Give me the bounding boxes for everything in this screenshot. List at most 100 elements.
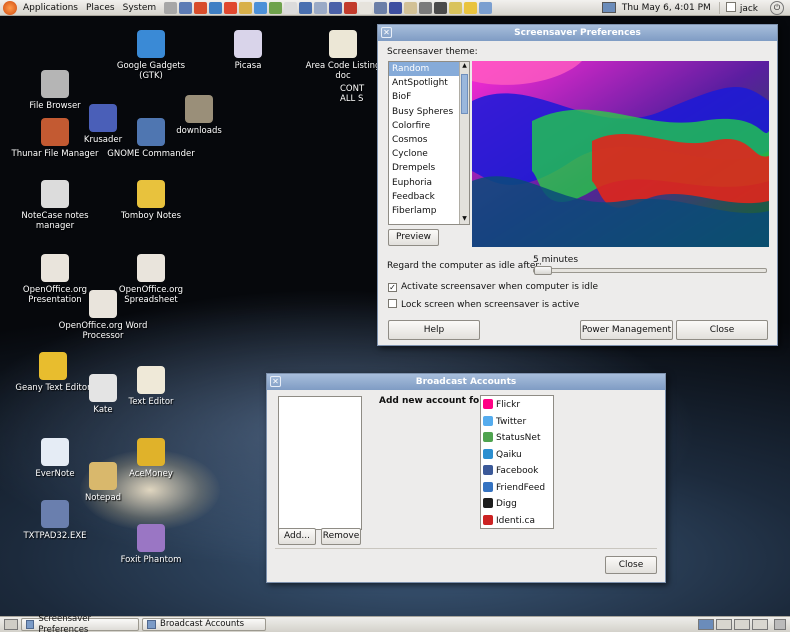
launcher-icon[interactable] (299, 1, 313, 14)
activate-option[interactable]: ✓ Activate screensaver when computer is i… (388, 282, 598, 292)
close-icon[interactable]: ✕ (270, 376, 281, 387)
add-account-button[interactable]: Add... (278, 528, 316, 545)
service-item-friendfeed[interactable]: FriendFeed (481, 480, 553, 497)
trash-icon[interactable] (774, 619, 786, 630)
remove-account-button[interactable]: Remove (321, 528, 361, 545)
launcher-icon[interactable] (164, 1, 178, 14)
window-titlebar[interactable]: ✕ Screensaver Preferences (378, 25, 777, 41)
power-management-button[interactable]: Power Management (580, 320, 673, 340)
launcher-icon[interactable] (269, 1, 283, 14)
theme-item[interactable]: AntSpotlight (389, 76, 469, 90)
theme-item[interactable]: BioF (389, 90, 469, 104)
launcher-icon[interactable] (449, 1, 463, 14)
launcher-icon[interactable] (254, 1, 268, 14)
theme-item[interactable]: Random (389, 62, 469, 77)
desktop-icon-oo-writer[interactable]: OpenOffice.org Word Processor (58, 290, 148, 341)
identica-icon (483, 514, 493, 525)
monitor-icon[interactable] (601, 2, 616, 13)
idle-slider[interactable] (533, 266, 767, 275)
idle-slider-handle[interactable] (534, 266, 552, 275)
accounts-list[interactable] (278, 396, 362, 530)
launcher-icon[interactable] (389, 1, 403, 14)
launcher-icon[interactable] (434, 1, 448, 14)
desktop-icon-area-code-doc[interactable]: Area Code Listing doc (298, 30, 388, 81)
presentation-icon (41, 254, 69, 282)
desktop-icon-cont[interactable]: CONT ALL S (340, 84, 380, 104)
user-switcher[interactable]: jack (718, 1, 764, 14)
service-item-flickr[interactable]: Flickr (481, 397, 553, 414)
service-item-digg[interactable]: Digg (481, 496, 553, 513)
launcher-icon[interactable] (314, 1, 328, 14)
scroll-down-icon[interactable]: ▼ (460, 215, 469, 224)
taskbar-item-broadcast[interactable]: Broadcast Accounts (142, 618, 266, 631)
workspace-1[interactable] (698, 619, 714, 630)
theme-item[interactable]: Cyclone (389, 147, 469, 161)
desktop-icon-foxit[interactable]: Foxit Phantom (106, 524, 196, 565)
facebook-icon (483, 465, 493, 475)
taskbar-item-screensaver[interactable]: Screensaver Preferences (21, 614, 139, 632)
close-button[interactable]: Close (605, 556, 657, 574)
desktop-icon-google-gadgets[interactable]: Google Gadgets (GTK) (106, 30, 196, 81)
theme-item[interactable]: Busy Spheres (389, 105, 469, 119)
desktop-icon-text-editor[interactable]: Text Editor (106, 366, 196, 407)
theme-item[interactable]: Feedback (389, 190, 469, 204)
service-item-twitter[interactable]: Twitter (481, 414, 553, 431)
theme-item[interactable]: Colorfire (389, 119, 469, 133)
service-item-statusnet[interactable]: StatusNet (481, 430, 553, 447)
workspace-4[interactable] (752, 619, 768, 630)
applications-menu[interactable]: Applications (19, 0, 82, 16)
places-menu[interactable]: Places (82, 0, 119, 16)
help-button[interactable]: Help (388, 320, 480, 340)
launcher-icon[interactable] (419, 1, 433, 14)
screensaver-preferences-window: ✕ Screensaver Preferences Screensaver the… (377, 24, 778, 346)
service-item-identica[interactable]: Identi.ca (481, 513, 553, 529)
lock-option[interactable]: Lock screen when screensaver is active (388, 299, 579, 310)
launcher-icon[interactable] (179, 1, 193, 14)
close-button[interactable]: Close (676, 320, 768, 340)
desktop-icon-tomboy[interactable]: Tomboy Notes (106, 180, 196, 221)
service-item-qaiku[interactable]: Qaiku (481, 447, 553, 464)
statusnet-icon (483, 432, 493, 442)
launcher-icon[interactable] (209, 1, 223, 14)
gnome-foot-icon[interactable] (3, 0, 17, 15)
launcher-icon[interactable] (239, 1, 253, 14)
desktop-icon-gnome-commander[interactable]: GNOME Commander (106, 118, 196, 159)
activate-checkbox[interactable]: ✓ (388, 283, 397, 292)
theme-list-scrollbar[interactable]: ▲ ▼ (459, 62, 469, 224)
clock[interactable]: Thu May 6, 4:01 PM (618, 3, 719, 13)
theme-item[interactable]: Drempels (389, 161, 469, 175)
preview-button[interactable]: Preview (388, 229, 439, 246)
theme-item[interactable]: Euphoria (389, 176, 469, 190)
desktop-icon-label: Foxit Phantom (120, 555, 182, 565)
window-titlebar[interactable]: ✕ Broadcast Accounts (267, 374, 665, 390)
launcher-icon[interactable] (404, 1, 418, 14)
close-icon[interactable]: ✕ (381, 27, 392, 38)
workspace-3[interactable] (734, 619, 750, 630)
launcher-icon[interactable] (224, 1, 238, 14)
launcher-icon[interactable] (359, 1, 373, 14)
launcher-icon[interactable] (464, 1, 478, 14)
desktop-icon-acemoney[interactable]: AceMoney (106, 438, 196, 479)
theme-item[interactable]: Cosmos (389, 133, 469, 147)
launcher-icon[interactable] (374, 1, 388, 14)
show-desktop-icon[interactable] (4, 619, 18, 630)
theme-item[interactable]: Fiberlamp (389, 204, 469, 218)
workspace-2[interactable] (716, 619, 732, 630)
launcher-icon[interactable] (329, 1, 343, 14)
service-item-facebook[interactable]: Facebook (481, 463, 553, 480)
lock-checkbox[interactable] (388, 299, 397, 308)
power-icon[interactable]: ⏻ (770, 0, 784, 15)
launcher-icon[interactable] (344, 1, 358, 14)
launcher-icon[interactable] (284, 1, 298, 14)
service-name: Facebook (496, 466, 539, 476)
desktop-icon-thunar[interactable]: Thunar File Manager (10, 118, 100, 159)
scroll-up-icon[interactable]: ▲ (460, 62, 469, 71)
scrollbar-thumb[interactable] (461, 74, 468, 114)
desktop-icon-txtpad[interactable]: TXTPAD32.EXE (10, 500, 100, 541)
launcher-icon[interactable] (194, 1, 208, 14)
system-menu[interactable]: System (119, 0, 161, 16)
idle-value: 5 minutes (533, 255, 579, 265)
desktop-icon-picasa[interactable]: Picasa (203, 30, 293, 71)
launcher-icon[interactable] (479, 1, 493, 14)
desktop-icon-notecase[interactable]: NoteCase notes manager (10, 180, 100, 231)
